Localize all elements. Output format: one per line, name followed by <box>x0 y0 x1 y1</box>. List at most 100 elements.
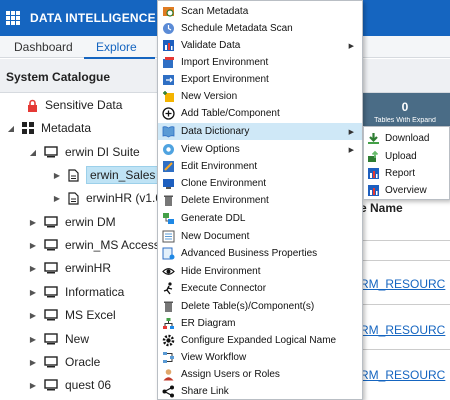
submenu-item-download[interactable]: Download <box>364 129 450 147</box>
monitor-icon <box>44 239 58 251</box>
schedule-icon <box>163 23 174 34</box>
menu-item-add-table-component[interactable]: Add Table/Component <box>158 105 362 122</box>
caret-down-icon[interactable]: ◢ <box>28 148 38 157</box>
menu-item-new-document[interactable]: New Document <box>158 228 362 245</box>
caret-right-icon[interactable]: ▶ <box>28 264 38 273</box>
tree-node-label: erwin_Sales ( <box>86 166 167 184</box>
caret-right-icon[interactable]: ▶ <box>52 194 62 203</box>
caret-right-icon[interactable]: ▶ <box>28 311 38 320</box>
tree-node-label: Oracle <box>65 355 101 369</box>
tab-explore[interactable]: Explore <box>84 40 155 59</box>
menu-item-data-dictionary[interactable]: Data Dictionary ▶ <box>158 123 362 140</box>
edit-icon <box>163 161 174 172</box>
monitor-icon <box>44 146 58 158</box>
caret-right-icon[interactable]: ▶ <box>28 358 38 367</box>
monitor-icon <box>44 333 58 345</box>
data-dictionary-submenu: Download Upload Report Overview <box>363 126 450 200</box>
menu-item-generate-ddl[interactable]: Generate DDL <box>158 210 362 227</box>
eye-icon <box>162 268 175 275</box>
app-title: DATA INTELLIGENCE S <box>30 11 168 25</box>
menu-item-share-link[interactable]: Share Link <box>158 383 362 400</box>
ddl-icon <box>163 213 174 224</box>
monitor-icon <box>44 286 58 298</box>
tree-node-erwin-hr[interactable]: ▶ erwinHR (v1.0 <box>52 187 162 209</box>
menu-item-view-options[interactable]: View Options ▶ <box>158 141 362 158</box>
user-icon <box>163 369 174 381</box>
tree-node-ms-excel[interactable]: ▶ MS Excel <box>28 304 116 326</box>
caret-right-icon[interactable]: ▶ <box>52 171 62 180</box>
divider <box>360 304 450 305</box>
table-link[interactable]: RM_RESOURC <box>360 323 445 337</box>
gear-icon <box>162 334 175 347</box>
run-icon <box>163 282 173 295</box>
tree-node-metadata[interactable]: ◢ Metadata <box>6 117 91 139</box>
menu-item-delete-tables-components[interactable]: Delete Table(s)/Component(s) <box>158 298 362 315</box>
menu-item-assign-users-or-roles[interactable]: Assign Users or Roles <box>158 366 362 383</box>
table-link[interactable]: RM_RESOURC <box>360 277 445 291</box>
tree-node-quest-06[interactable]: ▶ quest 06 <box>28 374 111 396</box>
tree-node-label: Sensitive Data <box>45 98 123 112</box>
caret-down-icon[interactable]: ◢ <box>6 124 16 133</box>
menu-item-schedule-metadata-scan[interactable]: Schedule Metadata Scan <box>158 20 362 37</box>
tree-node-new[interactable]: ▶ New <box>28 328 89 350</box>
table-link[interactable]: RM_RESOURC <box>360 368 445 382</box>
menu-item-validate-data[interactable]: Validate Data ▶ <box>158 37 362 54</box>
monitor-icon <box>44 379 58 391</box>
overview-icon <box>368 184 379 196</box>
submenu-item-report[interactable]: Report <box>364 164 450 182</box>
column-header-name: e Name <box>360 201 403 215</box>
tab-dashboard[interactable]: Dashboard <box>14 40 73 54</box>
stat-label: Tables With Expand <box>374 117 436 124</box>
tree-node-label: erwinHR <box>65 261 112 275</box>
menu-item-new-version[interactable]: New Version <box>158 88 362 105</box>
document-icon <box>162 230 175 243</box>
submenu-arrow-icon: ▶ <box>348 146 354 154</box>
apps-grid-icon[interactable] <box>6 11 20 25</box>
tree-node-label: MS Excel <box>65 308 116 322</box>
menu-item-edit-environment[interactable]: Edit Environment <box>158 158 362 175</box>
caret-right-icon[interactable]: ▶ <box>28 241 38 250</box>
menu-item-execute-connector[interactable]: Execute Connector <box>158 280 362 297</box>
tree-node-erwin-di-suite[interactable]: ◢ erwin DI Suite <box>28 141 140 163</box>
book-icon <box>162 126 175 138</box>
monitor-icon <box>44 262 58 274</box>
submenu-arrow-icon: ▶ <box>348 128 354 136</box>
tree-node-sensitive-data[interactable]: Sensitive Data <box>26 94 122 116</box>
caret-right-icon[interactable]: ▶ <box>28 335 38 344</box>
menu-item-import-environment[interactable]: Import Environment <box>158 54 362 71</box>
caret-right-icon[interactable]: ▶ <box>28 288 38 297</box>
divider <box>360 240 450 241</box>
workflow-icon <box>163 352 174 363</box>
divider <box>360 349 450 350</box>
properties-icon <box>162 247 175 260</box>
submenu-item-upload[interactable]: Upload <box>364 147 450 165</box>
caret-right-icon[interactable]: ▶ <box>28 381 38 390</box>
menu-item-view-workflow[interactable]: View Workflow <box>158 349 362 366</box>
tree-node-erwin-dm[interactable]: ▶ erwin DM <box>28 211 116 233</box>
tree-node-erwin-sales[interactable]: ▶ erwin_Sales ( <box>52 164 167 186</box>
tree-node-erwinhr[interactable]: ▶ erwinHR <box>28 257 111 279</box>
menu-item-advanced-business-properties[interactable]: Advanced Business Properties <box>158 245 362 262</box>
tree-node-label: Metadata <box>41 121 92 135</box>
tree-node-label: quest 06 <box>65 378 112 392</box>
tree-node-erwin-ms-access[interactable]: ▶ erwin_MS Access <box>28 234 160 256</box>
tree-node-label: erwin DI Suite <box>65 145 140 159</box>
menu-item-er-diagram[interactable]: ER Diagram <box>158 315 362 332</box>
caret-right-icon[interactable]: ▶ <box>28 218 38 227</box>
trash-icon <box>164 301 173 312</box>
lock-icon <box>28 99 37 112</box>
menu-item-delete-environment[interactable]: Delete Environment <box>158 192 362 209</box>
menu-item-configure-expanded-logical-name[interactable]: Configure Expanded Logical Name <box>158 332 362 349</box>
tree-node-label: Informatica <box>65 285 125 299</box>
monitor-icon <box>44 356 58 368</box>
submenu-item-overview[interactable]: Overview <box>364 181 450 199</box>
upload-icon <box>368 150 379 162</box>
menu-item-export-environment[interactable]: Export Environment <box>158 71 362 88</box>
tree-node-informatica[interactable]: ▶ Informatica <box>28 281 124 303</box>
tree-node-oracle[interactable]: ▶ Oracle <box>28 351 100 373</box>
menu-item-hide-environment[interactable]: Hide Environment <box>158 263 362 280</box>
menu-item-scan-metadata[interactable]: Scan Metadata <box>158 3 362 20</box>
report-icon <box>368 167 379 179</box>
import-icon <box>163 57 174 68</box>
menu-item-clone-environment[interactable]: Clone Environment <box>158 175 362 192</box>
